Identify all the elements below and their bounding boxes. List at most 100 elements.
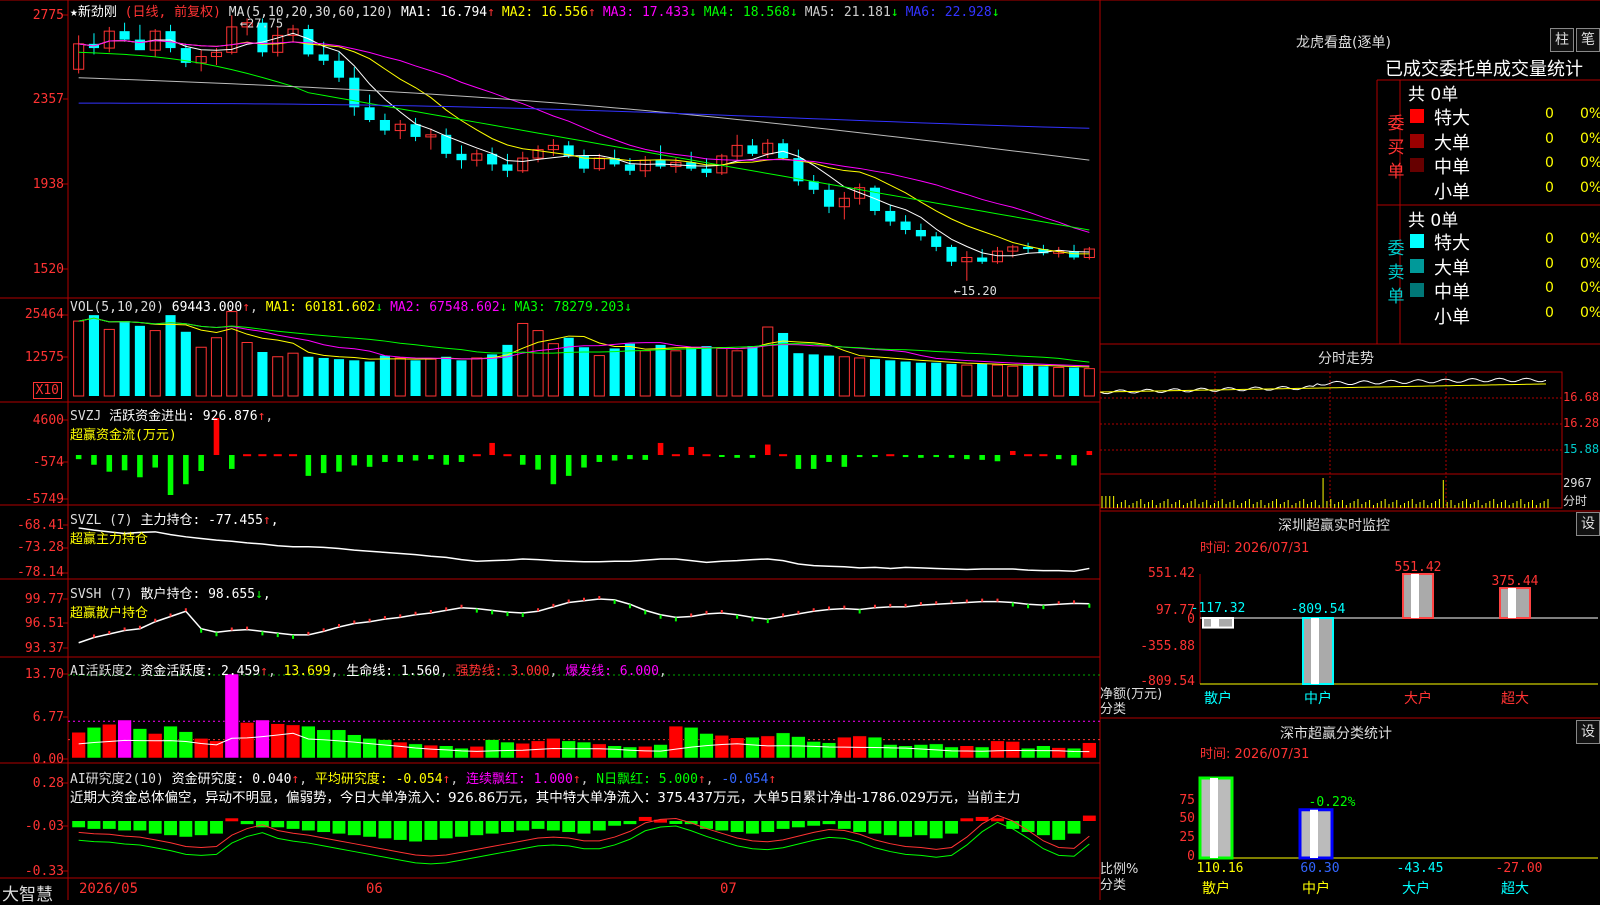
order-row: 特大 0 0% (1408, 229, 1600, 254)
monitor-bar-label: 551.42 (1395, 560, 1442, 575)
ai1-bar (148, 733, 163, 759)
x-label-jul: 07 (720, 881, 737, 897)
ai1-bar (745, 736, 760, 759)
candle-body (410, 124, 421, 137)
volume-bar (195, 346, 207, 397)
svsh-y-label: 93.37 (24, 641, 64, 656)
svzl-y-label: -68.41 (17, 518, 64, 533)
ai2-bar (516, 821, 530, 831)
ai2-bar (1082, 815, 1096, 821)
svzj-bar (258, 454, 267, 457)
candle-body (655, 160, 666, 167)
svzj-bar (273, 454, 282, 457)
ma-item: MA3: 17.433↓ (602, 5, 697, 20)
svzj-bar (657, 442, 664, 455)
svzj-bar (933, 455, 939, 458)
volume-bar (961, 364, 973, 397)
svzj-bar (642, 455, 649, 460)
volume-bar (578, 347, 590, 396)
ai2-bar (868, 821, 882, 834)
svzj-bar (472, 454, 481, 457)
ai1-bar (561, 740, 576, 759)
ai2-bar (669, 821, 683, 824)
monitor-y-label: -355.88 (1140, 639, 1195, 654)
ai2-bar (761, 821, 775, 833)
intraday-frame (1099, 371, 1563, 509)
ai1-bar (821, 742, 837, 759)
ai1-bar (71, 731, 86, 759)
ai1-bar (408, 743, 423, 759)
ma-line (78, 32, 1090, 257)
ai2-bar (118, 821, 132, 831)
svzj-bar (1071, 455, 1077, 466)
ma-item: MA1: 60181.602↓ (265, 300, 384, 315)
svzj-bar (581, 455, 587, 468)
svsh-header: SVSH (7) 散户持仓: 98.655↓, 超赢散户持仓 (70, 587, 271, 621)
volume-bar (73, 320, 85, 397)
volume-bar (747, 346, 758, 396)
ai1-bar (883, 744, 898, 759)
candle-body (900, 221, 911, 230)
ai1-bar (959, 745, 974, 759)
volume-bar (379, 355, 390, 396)
chart-canvas[interactable]: ←27.75←15.20551.4297.770-355.88-809.54-1… (0, 0, 1600, 900)
ai1-bar (393, 741, 408, 759)
ai2-bar (577, 821, 591, 834)
ai1-bar (331, 729, 347, 759)
classify-top-label: -0.22% (1309, 795, 1356, 810)
ai2-bar (899, 821, 913, 837)
order-percent: 0% (1580, 280, 1600, 296)
volume-bar (869, 359, 881, 396)
color-swatch (1410, 133, 1424, 148)
svzj-bar (671, 454, 680, 457)
ai2-bar (164, 821, 177, 836)
bar-mode-button[interactable]: 柱 (1550, 28, 1574, 52)
ai1-bar (990, 740, 1005, 759)
order-percent: 0% (1580, 155, 1600, 171)
volume-bar (165, 315, 176, 396)
order-type-label: 中单 (1434, 157, 1470, 178)
order-count: 0 (1545, 179, 1554, 196)
order-type-label: 小单 (1434, 181, 1470, 203)
ai2-bar (286, 821, 300, 829)
svzj-bar (1055, 455, 1062, 460)
monitor-title: 深圳超赢实时监控 (1278, 518, 1390, 534)
vol-header: VOL(5,10,20) 69443.000↑, MA1: 60181.602↓… (70, 300, 632, 315)
svzj-bar (152, 455, 159, 468)
volume-bar (915, 362, 926, 396)
ai2-bar (776, 821, 790, 829)
svzj-bar (596, 455, 603, 462)
classify-y-label: 25 (1179, 830, 1195, 845)
candle-body (701, 168, 712, 173)
classify-settings-button[interactable]: 设 (1576, 720, 1600, 744)
ai1-bar (454, 747, 469, 759)
classify-category: 大户 (1402, 880, 1430, 897)
monitor-bar-shine (1411, 574, 1419, 618)
lhb-tabs[interactable]: 已成交委托单成交量统计 (1385, 55, 1583, 81)
ai2-bar (470, 821, 484, 836)
volume-bar (349, 360, 360, 396)
volume-bar (639, 350, 651, 397)
ai2-header: AI研究度2(10) 资金研究度: 0.040↑, 平均研究度: -0.054↑… (70, 772, 777, 787)
volume-bar (241, 341, 253, 397)
ai2-bar (562, 821, 576, 833)
order-type-label: 大单 (1434, 257, 1470, 279)
volume-bar (946, 363, 957, 396)
classify-unit2: 分类 (1100, 878, 1127, 893)
candle-body (946, 246, 957, 262)
volume-bar (456, 360, 467, 396)
monitor-settings-button[interactable]: 设 (1576, 512, 1600, 536)
volume-bar (1023, 365, 1034, 396)
monitor-bar-shine (1211, 618, 1219, 628)
ai1-bar (944, 746, 959, 759)
candle-body (456, 153, 467, 161)
pen-mode-button[interactable]: 笔 (1576, 28, 1600, 52)
svzj-bar (519, 455, 526, 465)
ai2-bar (133, 821, 147, 831)
ai2-y-label: -0.33 (24, 864, 64, 879)
ai1-bar (194, 738, 209, 759)
volume-bar (441, 356, 452, 396)
candle-body (333, 60, 345, 78)
order-percent: 0% (1580, 106, 1600, 122)
monitor-category: 中户 (1304, 690, 1332, 707)
